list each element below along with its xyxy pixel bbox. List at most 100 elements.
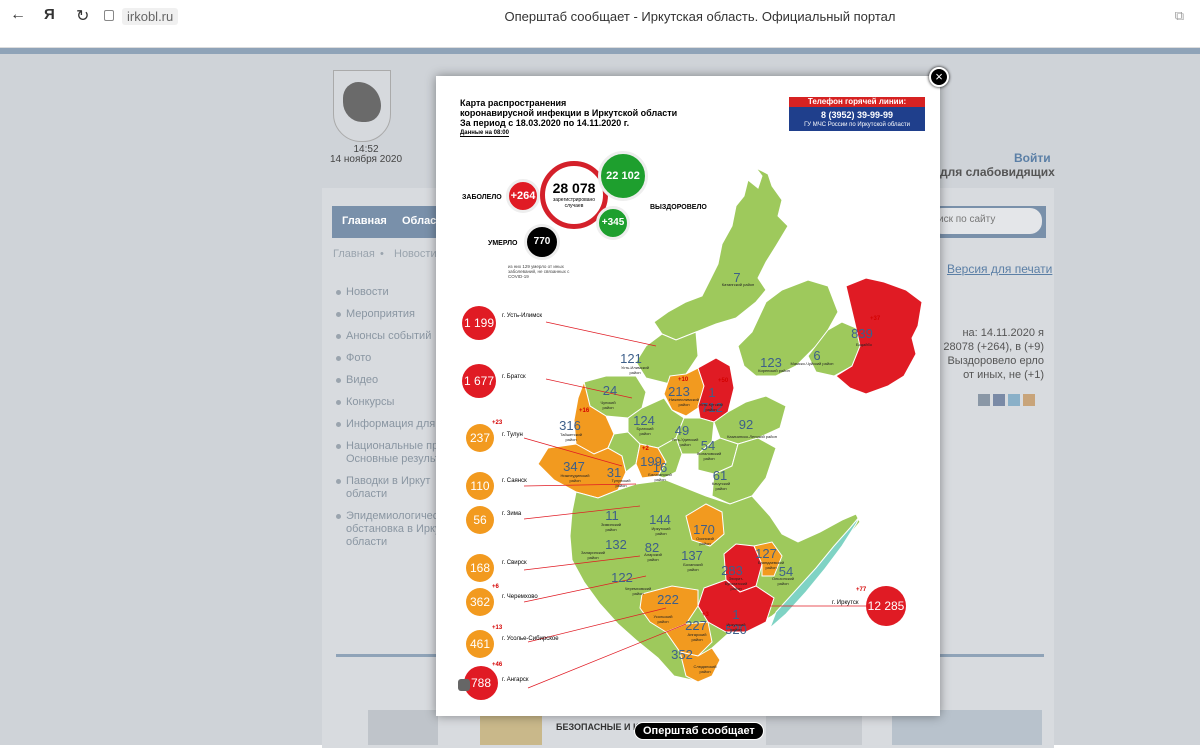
- region-name-144: Иркутский район: [651, 526, 671, 536]
- region-value-144: 144: [649, 512, 671, 527]
- region-value-kazachinsk: 92: [738, 417, 754, 432]
- region-value-nizhneudinsk: 347: [563, 459, 585, 474]
- region-name-ust-ilimsk-district: Усть-Илимский район: [621, 365, 649, 375]
- region-value-usolye-district: 222: [657, 592, 679, 607]
- city-label-svirsk: г. Свирск: [502, 560, 527, 566]
- tab-title: Оперштаб сообщает - Иркутская область. О…: [504, 9, 896, 24]
- top-strip: [0, 48, 1200, 54]
- city-label-tulun: г. Тулун: [502, 432, 523, 438]
- region-name-bodaybo: Бодайбо: [855, 342, 873, 347]
- region-name-usolye-district: Усольский район: [653, 614, 673, 624]
- region-name-kachug: Качугский район: [711, 481, 731, 491]
- city-circle-ust-ilimsk: 1 199: [462, 306, 496, 340]
- twitter-icon[interactable]: [1008, 394, 1020, 406]
- sidebar-item-floods[interactable]: Паводки в Иркут области: [334, 475, 444, 501]
- region-name-angarsk-district: Ангарский район: [687, 632, 707, 642]
- region-value-slyudyanka: 352: [671, 647, 693, 662]
- city-label-zima: г. Зима: [502, 511, 522, 517]
- banner-left[interactable]: [368, 710, 438, 745]
- sidebar-item-epidemic[interactable]: Эпидемиологичес обстановка в Ирку област…: [334, 510, 444, 549]
- browser-toolbar: ← Я ↻ irkobl.ru Оперштаб сообщает - Ирку…: [0, 0, 1200, 48]
- menu-item-home[interactable]: Главная: [342, 215, 387, 227]
- city-delta-cheremkhovo: +6: [492, 584, 499, 590]
- breadcrumb-news[interactable]: Новости: [394, 248, 437, 260]
- city-label-bratsk: г. Братск: [502, 374, 526, 380]
- region-value-ust-ilimsk-district: 121: [620, 351, 642, 366]
- facebook-icon[interactable]: [993, 394, 1005, 406]
- region-name-katanga: Катангский район: [721, 282, 755, 287]
- city-circle-sayansk: 110: [466, 472, 494, 500]
- city-label-sayansk: г. Саянск: [502, 478, 527, 484]
- vk-icon[interactable]: [978, 394, 990, 406]
- region-name-zhigalovo: Жигаловский район: [696, 451, 722, 461]
- region-delta-ust-kut: +50: [718, 378, 729, 384]
- region-name-ust-uda: Усть-Удинский район: [671, 437, 699, 447]
- region-name-kazachinsk: Казачинско-Ленский район: [727, 434, 777, 439]
- city-label-cheremkhovo: г. Черемхово: [502, 594, 538, 600]
- city-delta-tulun: +23: [492, 420, 503, 426]
- region-name-zima-district: Зиминский район: [600, 522, 622, 532]
- region-name-balagansk: Балаганский район: [648, 472, 672, 482]
- region-name-bokhan: Боханский район: [683, 562, 703, 572]
- region-name-irkutsky-district: Иркутский район: [726, 622, 746, 632]
- city-circle-zima: 56: [466, 506, 494, 534]
- close-icon[interactable]: ×: [929, 67, 949, 87]
- region-name-ust-kut: Усть-Кутский район: [699, 402, 723, 412]
- region-name-osa: Осинский район: [696, 536, 714, 546]
- region-value-osa: 170: [693, 522, 715, 537]
- sidebar-item-info[interactable]: Информация для: [334, 418, 444, 431]
- region-delta-199: +2: [642, 446, 649, 452]
- city-label-angarsk: г. Ангарск: [502, 677, 529, 683]
- sidebar-item-contests[interactable]: Конкурсы: [334, 396, 444, 409]
- region-value-tayshet: 316: [559, 418, 581, 433]
- region-delta-bodaybo: +37: [870, 316, 881, 322]
- region-name-cheremkhovo-district: Черемховский район: [624, 586, 652, 596]
- region-value-bodaybo: 839: [851, 326, 873, 341]
- region-name-tulun-district: Тулунский район: [611, 478, 631, 488]
- city-delta-usolye: +13: [492, 625, 503, 631]
- region-name-mama: Мамско-Чуйский район: [790, 361, 834, 366]
- sidebar-item-news[interactable]: Новости: [334, 286, 444, 299]
- city-label-usolye: г. Усолье-Сибирское: [502, 636, 559, 642]
- map-polygons: [537, 167, 923, 683]
- city-delta-angarsk: +46: [492, 662, 503, 668]
- clock-date: 14 ноября 2020: [329, 154, 403, 165]
- extension-icon[interactable]: ⧉: [1175, 8, 1184, 24]
- accessibility-link[interactable]: для слабовидящих: [940, 165, 1055, 179]
- search-input[interactable]: иск по сайту: [930, 208, 1042, 234]
- region-name-nizhneudinsk: Нижнеудинский район: [560, 473, 590, 483]
- sidebar-menu: Новости Мероприятия Анонсы событий Фото …: [334, 286, 444, 558]
- region-value-bokhan: 137: [681, 548, 703, 563]
- article-snippet: на: 14.11.2020 я 28078 (+264), в (+9) Вы…: [943, 327, 1044, 381]
- sidebar-item-video[interactable]: Видео: [334, 374, 444, 387]
- city-circle-tulun: 237: [466, 424, 494, 452]
- city-circle-cheremkhovo: 362: [466, 588, 494, 616]
- region-delta-tayshet: +16: [579, 408, 590, 414]
- region-value-ust-uda: 49: [674, 423, 690, 438]
- region-name-slyudyanka: Слюдянский район: [693, 664, 717, 674]
- city-circle-svirsk: 168: [466, 554, 494, 582]
- city-delta-irkutsk: +77: [856, 587, 867, 593]
- region-name-olkhon: Ольхонский район: [771, 576, 795, 586]
- region-value-cheremkhovo-district: 122: [611, 570, 633, 585]
- region-name-ekhirit: Эхирит-Булагатский район: [724, 576, 748, 591]
- region-value-angarsk-district: 227: [685, 618, 707, 633]
- lightbox-caption: Оперштаб сообщает: [634, 722, 764, 740]
- region-value-zima-district: 11: [605, 508, 619, 523]
- breadcrumb-home[interactable]: Главная: [333, 248, 375, 260]
- odnoklassniki-icon[interactable]: [1023, 394, 1035, 406]
- region-value-bayandai: 127: [755, 546, 777, 561]
- sidebar-item-events[interactable]: Мероприятия: [334, 308, 444, 321]
- sidebar-item-photo[interactable]: Фото: [334, 352, 444, 365]
- sidebar-item-announcements[interactable]: Анонсы событий: [334, 330, 444, 343]
- region-name-bratsk-district: Братский район: [636, 426, 654, 436]
- region-name-zalari: Заларинский район: [580, 550, 606, 560]
- login-link[interactable]: Войти: [1014, 151, 1051, 165]
- breadcrumb-separator: •: [380, 248, 384, 260]
- print-version-link[interactable]: Версия для печати: [947, 262, 1052, 276]
- bookmark-icon[interactable]: [458, 679, 470, 691]
- region-name-alar: Аларский район: [644, 552, 662, 562]
- city-circle-bratsk: 1 677: [462, 364, 496, 398]
- city-circle-irkutsk: 12 285: [866, 586, 906, 626]
- sidebar-item-national-projects[interactable]: Национальные пр Основные результ: [334, 440, 444, 466]
